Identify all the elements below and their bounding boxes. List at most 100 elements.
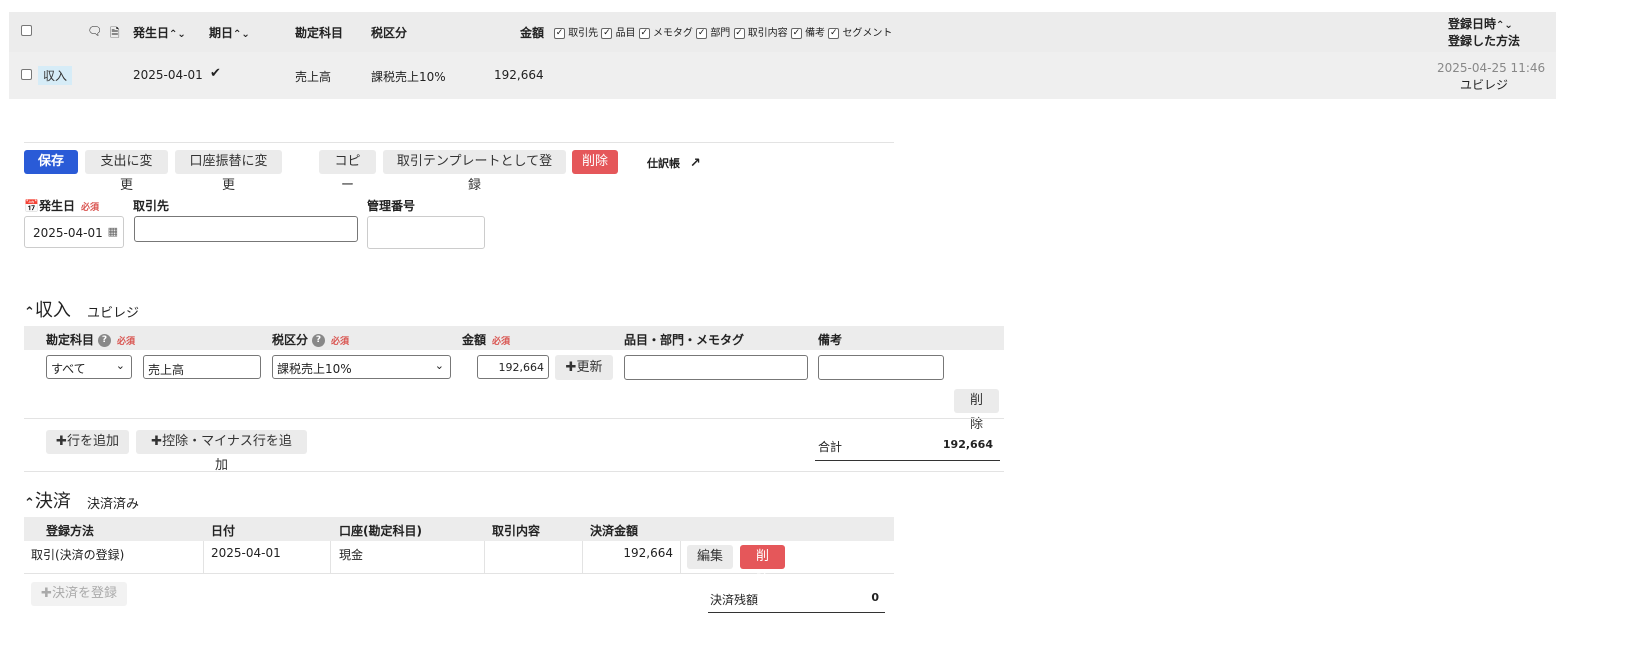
toggle-label: 備考 bbox=[805, 28, 826, 39]
header-date-label: 発生日 bbox=[133, 26, 170, 40]
settlement-header-account: 口座(勘定科目) bbox=[339, 524, 422, 538]
income-table-header bbox=[24, 326, 1004, 350]
toggle-content[interactable]: ✓ 取引内容 bbox=[733, 27, 788, 39]
row-amount: 192,664 bbox=[494, 68, 544, 82]
divider bbox=[24, 418, 1004, 419]
memo-input[interactable] bbox=[818, 355, 944, 380]
balance-underline bbox=[708, 612, 885, 613]
checkbox-checked-icon: ✓ bbox=[601, 27, 613, 39]
ref-number-input[interactable] bbox=[367, 216, 485, 249]
toggle-item[interactable]: ✓ 品目 bbox=[601, 27, 636, 39]
income-subtitle: ユビレジ bbox=[87, 306, 140, 321]
sort-date-header[interactable]: 発生日⌃⌄ bbox=[133, 24, 186, 41]
partner-input[interactable] bbox=[134, 216, 358, 242]
document-icon: 🗎 bbox=[110, 26, 120, 40]
help-icon[interactable]: ? bbox=[98, 334, 112, 347]
settlement-amount: 192,664 bbox=[623, 546, 673, 560]
settlement-section-toggle[interactable]: ⌃決済 bbox=[24, 487, 71, 513]
header-method: 登録した方法 bbox=[1448, 34, 1521, 48]
income-header-memo: 備考 bbox=[818, 333, 843, 347]
toggle-memo[interactable]: ✓ 備考 bbox=[790, 27, 826, 39]
amount-input[interactable]: 192,664 bbox=[477, 355, 549, 379]
save-template-button[interactable]: 取引テンプレートとして登録 bbox=[383, 150, 566, 193]
checkbox-checked-icon: ✓ bbox=[696, 27, 708, 39]
toggle-label: 品目 bbox=[615, 28, 636, 39]
checkbox-checked-icon: ✓ bbox=[733, 27, 745, 39]
column-toggles: ✓ 取引先 ✓ 品目 ✓ メモタグ ✓ 部門 ✓ 取引内容 ✓ 備考 ✓ セグメ… bbox=[554, 24, 892, 39]
header-registered-label: 登録日時 bbox=[1448, 17, 1497, 31]
required-badge: 必須 bbox=[492, 337, 511, 347]
toggle-partner[interactable]: ✓ 取引先 bbox=[554, 27, 598, 39]
header-label: 金額 bbox=[462, 333, 487, 347]
add-row-button[interactable]: ✚行を追加 bbox=[46, 430, 129, 454]
required-badge: 必須 bbox=[117, 337, 136, 347]
delete-settlement-button[interactable]: 削除 bbox=[740, 545, 785, 588]
add-deduction-row-button[interactable]: ✚控除・マイナス行を追加 bbox=[136, 430, 307, 473]
save-button[interactable]: 保存 bbox=[24, 150, 78, 174]
external-link-icon: ↗ bbox=[689, 156, 701, 171]
table-row[interactable] bbox=[9, 52, 1556, 99]
date-field[interactable]: 2025-04-01 ▦ bbox=[24, 216, 124, 248]
income-title: 収入 bbox=[34, 300, 71, 321]
balance-value: 0 bbox=[871, 591, 879, 604]
help-icon[interactable]: ? bbox=[312, 334, 326, 347]
required-badge: 必須 bbox=[80, 203, 99, 213]
tax-select[interactable]: 課税売上10% ⌄ bbox=[272, 355, 451, 379]
account-filter-select[interactable]: すべて ⌄ bbox=[46, 355, 132, 379]
delete-row-button[interactable]: 削除 bbox=[954, 389, 999, 432]
income-type-badge: 収入 bbox=[38, 66, 73, 85]
copy-button[interactable]: コピー bbox=[319, 150, 376, 193]
input-value: 売上高 bbox=[148, 363, 185, 377]
cell-divider bbox=[203, 541, 204, 574]
header-tax: 税区分 bbox=[371, 26, 408, 40]
checkbox-checked-icon: ✓ bbox=[554, 27, 565, 39]
change-to-expense-button[interactable]: 支出に変更 bbox=[85, 150, 168, 193]
header-account: 勘定科目 bbox=[295, 26, 344, 40]
toggle-department[interactable]: ✓ 部門 bbox=[696, 27, 730, 39]
total-underline bbox=[815, 460, 1000, 461]
toggle-label: セグメント bbox=[842, 28, 893, 39]
update-button[interactable]: ✚更新 bbox=[555, 355, 613, 380]
plus-icon: ✚ bbox=[41, 586, 52, 601]
sort-chevrons-icon: ⌃⌄ bbox=[1496, 20, 1513, 31]
settlement-subtitle: 決済済み bbox=[87, 497, 140, 512]
plus-icon: ✚ bbox=[565, 360, 577, 375]
settlement-header-method: 登録方法 bbox=[46, 524, 95, 538]
button-label: 更新 bbox=[576, 360, 603, 375]
toggle-segment[interactable]: ✓ セグメント bbox=[828, 27, 893, 39]
income-section-toggle[interactable]: ⌃収入 bbox=[24, 296, 71, 322]
partner-label: 取引先 bbox=[133, 199, 170, 213]
tags-input[interactable] bbox=[624, 355, 808, 380]
sort-chevrons-icon: ⌃⌄ bbox=[169, 29, 186, 40]
header-due-label: 期日 bbox=[209, 26, 234, 40]
checkbox-checked-icon: ✓ bbox=[790, 27, 802, 39]
sort-due-header[interactable]: 期日⌃⌄ bbox=[209, 24, 250, 41]
header-label: 税区分 bbox=[272, 333, 309, 347]
calendar-picker-icon[interactable]: ▦ bbox=[108, 225, 118, 238]
button-label: 決済を登録 bbox=[51, 586, 117, 601]
plus-icon: ✚ bbox=[151, 434, 163, 449]
change-to-transfer-button[interactable]: 口座振替に変更 bbox=[175, 150, 282, 193]
sort-registered-header[interactable]: 登録日時⌃⌄ bbox=[1448, 15, 1513, 32]
header-label: 勘定科目 bbox=[46, 333, 95, 347]
settlement-header-content: 取引内容 bbox=[492, 524, 541, 538]
checkbox-checked-icon: ✓ bbox=[828, 27, 840, 39]
toggle-memo-tag[interactable]: ✓ メモタグ bbox=[638, 27, 693, 39]
settlement-table-header bbox=[24, 517, 894, 541]
edit-settlement-button[interactable]: 編集 bbox=[687, 545, 733, 569]
calendar-icon: 📅 bbox=[24, 199, 39, 213]
divider bbox=[24, 471, 1004, 472]
select-all-checkbox[interactable] bbox=[21, 25, 32, 36]
row-checkbox[interactable] bbox=[21, 69, 32, 80]
cell-divider bbox=[484, 541, 485, 574]
register-settlement-button[interactable]: ✚決済を登録 bbox=[31, 582, 127, 606]
settlement-account: 現金 bbox=[339, 548, 364, 562]
journal-link[interactable]: 仕訳帳 ↗ bbox=[647, 155, 701, 171]
button-label: 行を追加 bbox=[66, 434, 119, 449]
header-amount: 金額 bbox=[520, 26, 545, 40]
sort-chevrons-icon: ⌃⌄ bbox=[233, 29, 250, 40]
date-field-value: 2025-04-01 bbox=[33, 226, 103, 240]
settlement-title: 決済 bbox=[34, 491, 71, 512]
account-input[interactable]: 売上高 bbox=[143, 355, 261, 379]
delete-button[interactable]: 削除 bbox=[572, 150, 618, 174]
